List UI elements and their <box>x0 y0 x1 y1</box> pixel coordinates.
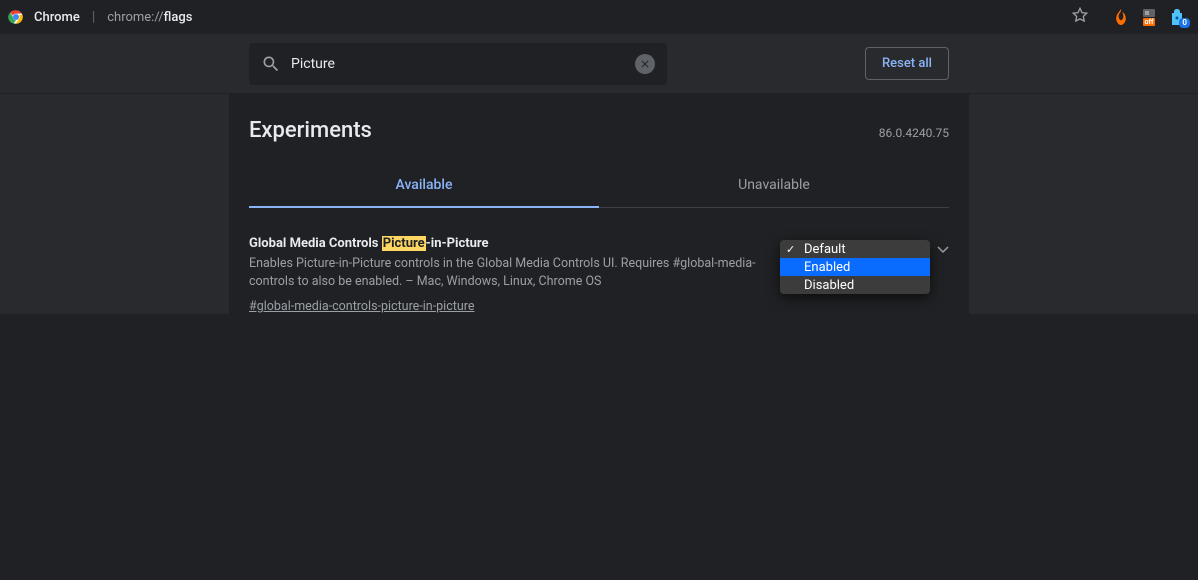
url-scheme: chrome:// <box>107 10 163 25</box>
extension-off-badge: off <box>1143 18 1156 26</box>
check-icon: ✓ <box>786 243 798 256</box>
url-page: flags <box>164 10 193 25</box>
main-area: Experiments 86.0.4240.75 Available Unava… <box>0 94 1198 314</box>
content-column: Experiments 86.0.4240.75 Available Unava… <box>249 94 949 314</box>
page-title: Experiments <box>249 118 879 143</box>
flag-description: Enables Picture-in-Picture controls in t… <box>249 255 773 291</box>
extension-blue-badge: 0 <box>1179 18 1190 28</box>
flag-hash-link[interactable]: #global-media-controls-picture-in-pictur… <box>249 299 475 314</box>
bookmark-star-icon[interactable] <box>1072 7 1088 27</box>
dropdown-option-disabled[interactable]: ✓ Disabled <box>780 276 930 294</box>
chevron-down-icon <box>937 242 949 258</box>
extension-icons: off 0 <box>1112 8 1190 26</box>
clear-search-icon[interactable] <box>635 54 655 74</box>
search-input[interactable] <box>281 56 635 72</box>
search-icon <box>261 54 281 74</box>
flag-title: Global Media Controls Picture-in-Picture <box>249 236 773 251</box>
flags-header: Reset all <box>0 34 1198 94</box>
chrome-version: 86.0.4240.75 <box>879 126 949 140</box>
dropdown-menu: ✓ Default ✓ Enabled ✓ Disabled <box>780 240 930 294</box>
separator: | <box>92 9 95 25</box>
tab-unavailable[interactable]: Unavailable <box>599 163 949 207</box>
flag-title-highlight: Picture <box>382 236 426 251</box>
extension-flame-icon[interactable] <box>1112 8 1130 26</box>
dropdown-option-enabled[interactable]: ✓ Enabled <box>780 258 930 276</box>
dropdown-option-label: Default <box>804 242 846 257</box>
browser-name: Chrome <box>34 10 80 25</box>
reset-all-button[interactable]: Reset all <box>865 47 949 80</box>
dropdown-option-default[interactable]: ✓ Default <box>780 240 930 258</box>
tab-available[interactable]: Available <box>249 163 599 207</box>
dropdown-option-label: Disabled <box>804 278 854 293</box>
flag-entry: Global Media Controls Picture-in-Picture… <box>249 208 949 314</box>
dropdown-option-label: Enabled <box>804 260 850 275</box>
omnibox[interactable]: chrome://flags <box>107 3 1102 31</box>
extension-blue-icon[interactable]: 0 <box>1168 8 1186 26</box>
flag-title-post: -in-Picture <box>426 236 489 251</box>
flag-title-pre: Global Media Controls <box>249 236 382 251</box>
tabs: Available Unavailable <box>249 163 949 208</box>
extension-off-icon[interactable]: off <box>1140 8 1158 26</box>
chrome-logo-icon <box>8 9 24 25</box>
search-box[interactable] <box>249 43 667 85</box>
browser-topbar: Chrome | chrome://flags off 0 <box>0 0 1198 34</box>
